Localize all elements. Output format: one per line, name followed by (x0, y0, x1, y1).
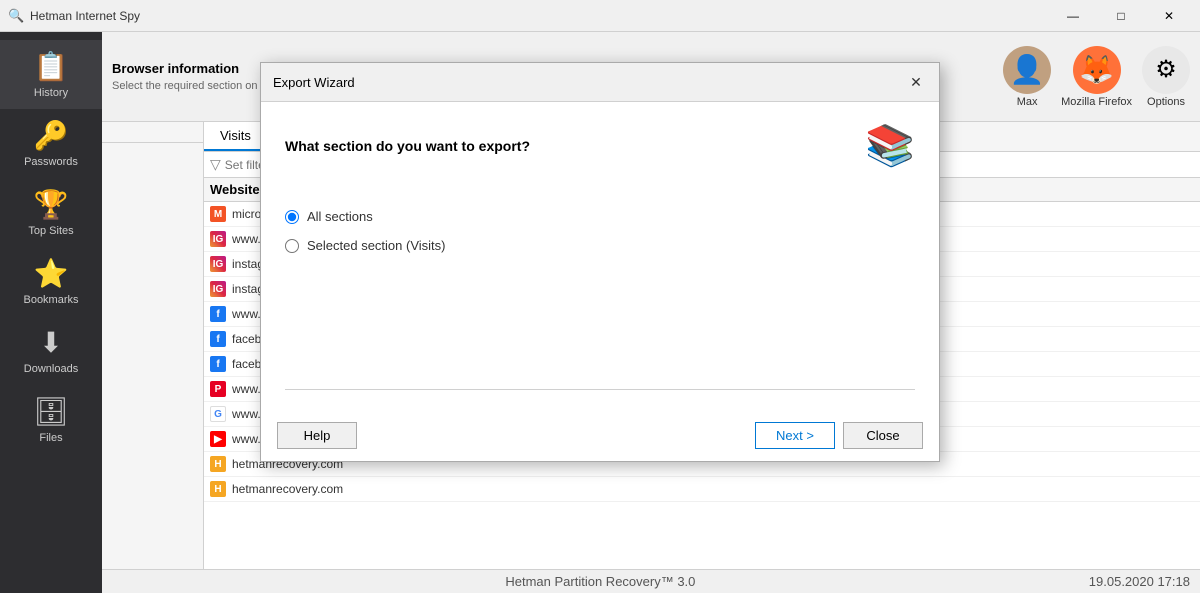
dialog-close-x-button[interactable]: ✕ (905, 71, 927, 93)
status-center: Hetman Partition Recovery™ 3.0 (132, 574, 1069, 589)
dialog-body: What section do you want to export? 📚 Al… (261, 102, 939, 410)
radio-all-label: All sections (307, 209, 373, 224)
radio-selected-input[interactable] (285, 239, 299, 253)
dialog-separator (285, 389, 915, 390)
app-icon: 🔍 (8, 8, 24, 24)
radio-group: All sections Selected section (Visits) (285, 209, 915, 253)
close-button[interactable]: ✕ (1146, 0, 1192, 32)
dialog-question: What section do you want to export? (285, 138, 530, 154)
radio-selected-section[interactable]: Selected section (Visits) (285, 238, 915, 253)
radio-all-input[interactable] (285, 210, 299, 224)
status-right: 19.05.2020 17:18 (1089, 574, 1190, 589)
dialog-footer: Help Next > Close (261, 410, 939, 461)
dialog-title: Export Wizard (273, 75, 355, 90)
title-bar: 🔍 Hetman Internet Spy — □ ✕ (0, 0, 1200, 32)
radio-all-sections[interactable]: All sections (285, 209, 915, 224)
maximize-button[interactable]: □ (1098, 0, 1144, 32)
export-wizard-dialog: Export Wizard ✕ What section do you want… (260, 62, 940, 462)
dialog-question-row: What section do you want to export? 📚 (285, 122, 915, 169)
status-bar: Hetman Partition Recovery™ 3.0 19.05.202… (102, 569, 1200, 593)
app-title: Hetman Internet Spy (30, 9, 1050, 23)
help-button[interactable]: Help (277, 422, 357, 449)
dialog-books-icon: 📚 (865, 122, 915, 169)
window-controls: — □ ✕ (1050, 0, 1192, 32)
close-button-dialog[interactable]: Close (843, 422, 923, 449)
modal-overlay: Export Wizard ✕ What section do you want… (0, 32, 1200, 569)
minimize-button[interactable]: — (1050, 0, 1096, 32)
next-button[interactable]: Next > (755, 422, 835, 449)
radio-selected-label: Selected section (Visits) (307, 238, 446, 253)
dialog-titlebar: Export Wizard ✕ (261, 63, 939, 102)
